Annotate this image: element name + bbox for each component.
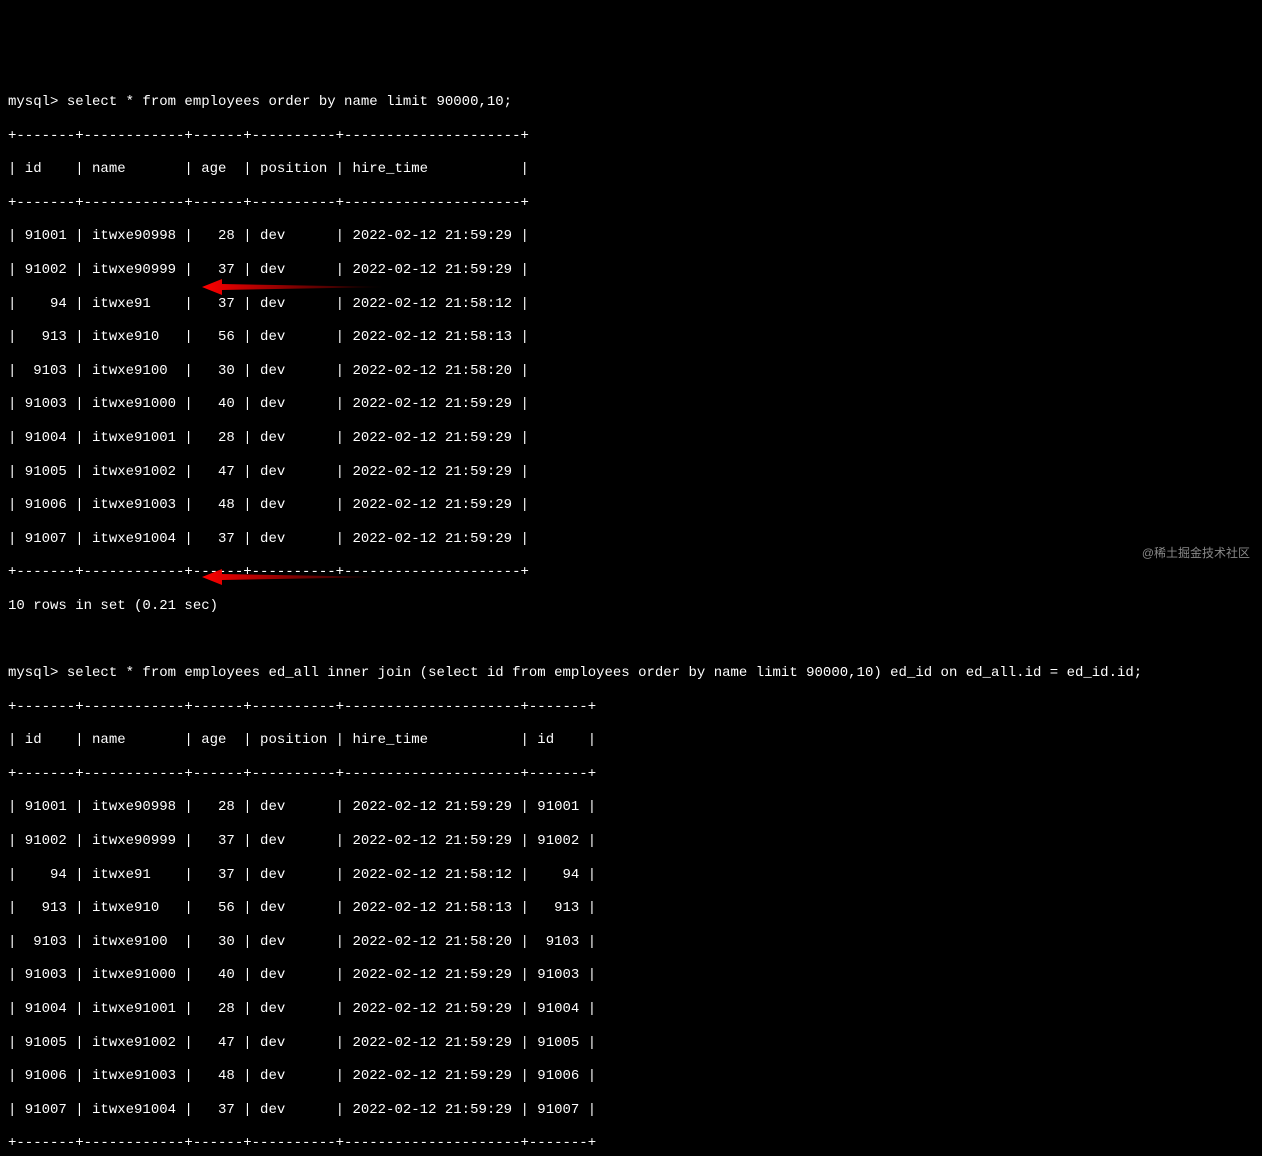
table-row: | 9103 | itwxe9100 | 30 | dev | 2022-02-… <box>8 363 1254 380</box>
table-row: | 91005 | itwxe91002 | 47 | dev | 2022-0… <box>8 464 1254 481</box>
blank-line <box>8 631 1254 648</box>
table-border: +-------+------------+------+----------+… <box>8 699 1254 716</box>
sql-query: select * from employees order by name li… <box>67 94 512 110</box>
table-row: | 91001 | itwxe90998 | 28 | dev | 2022-0… <box>8 228 1254 245</box>
table-row: | 91003 | itwxe91000 | 40 | dev | 2022-0… <box>8 396 1254 413</box>
table-row: | 94 | itwxe91 | 37 | dev | 2022-02-12 2… <box>8 296 1254 313</box>
mysql-prompt: mysql> <box>8 665 67 681</box>
table-border: +-------+------------+------+----------+… <box>8 1135 1254 1152</box>
table-border: +-------+------------+------+----------+… <box>8 195 1254 212</box>
table-row: | 913 | itwxe910 | 56 | dev | 2022-02-12… <box>8 900 1254 917</box>
table-header: | id | name | age | position | hire_time… <box>8 161 1254 178</box>
table-row: | 9103 | itwxe9100 | 30 | dev | 2022-02-… <box>8 934 1254 951</box>
sql-query: select * from employees ed_all inner joi… <box>67 665 1142 681</box>
table-row: | 91002 | itwxe90999 | 37 | dev | 2022-0… <box>8 262 1254 279</box>
table-header: | id | name | age | position | hire_time… <box>8 732 1254 749</box>
result-summary: 10 rows in set (0.21 sec) <box>8 598 1254 615</box>
table-row: | 91006 | itwxe91003 | 48 | dev | 2022-0… <box>8 1068 1254 1085</box>
mysql-prompt-line: mysql> select * from employees ed_all in… <box>8 665 1254 682</box>
table-row: | 91007 | itwxe91004 | 37 | dev | 2022-0… <box>8 531 1254 548</box>
terminal-output: mysql> select * from employees order by … <box>8 77 1254 1156</box>
table-row: | 91003 | itwxe91000 | 40 | dev | 2022-0… <box>8 967 1254 984</box>
table-border: +-------+------------+------+----------+… <box>8 564 1254 581</box>
table-row: | 91002 | itwxe90999 | 37 | dev | 2022-0… <box>8 833 1254 850</box>
watermark-text: @稀土掘金技术社区 <box>1142 546 1250 560</box>
table-row: | 94 | itwxe91 | 37 | dev | 2022-02-12 2… <box>8 867 1254 884</box>
table-row: | 91004 | itwxe91001 | 28 | dev | 2022-0… <box>8 430 1254 447</box>
table-row: | 91004 | itwxe91001 | 28 | dev | 2022-0… <box>8 1001 1254 1018</box>
mysql-prompt-line: mysql> select * from employees order by … <box>8 94 1254 111</box>
table-row: | 913 | itwxe910 | 56 | dev | 2022-02-12… <box>8 329 1254 346</box>
table-row: | 91005 | itwxe91002 | 47 | dev | 2022-0… <box>8 1035 1254 1052</box>
mysql-prompt: mysql> <box>8 94 67 110</box>
table-row: | 91001 | itwxe90998 | 28 | dev | 2022-0… <box>8 799 1254 816</box>
table-border: +-------+------------+------+----------+… <box>8 766 1254 783</box>
table-row: | 91007 | itwxe91004 | 37 | dev | 2022-0… <box>8 1102 1254 1119</box>
table-border: +-------+------------+------+----------+… <box>8 128 1254 145</box>
table-row: | 91006 | itwxe91003 | 48 | dev | 2022-0… <box>8 497 1254 514</box>
